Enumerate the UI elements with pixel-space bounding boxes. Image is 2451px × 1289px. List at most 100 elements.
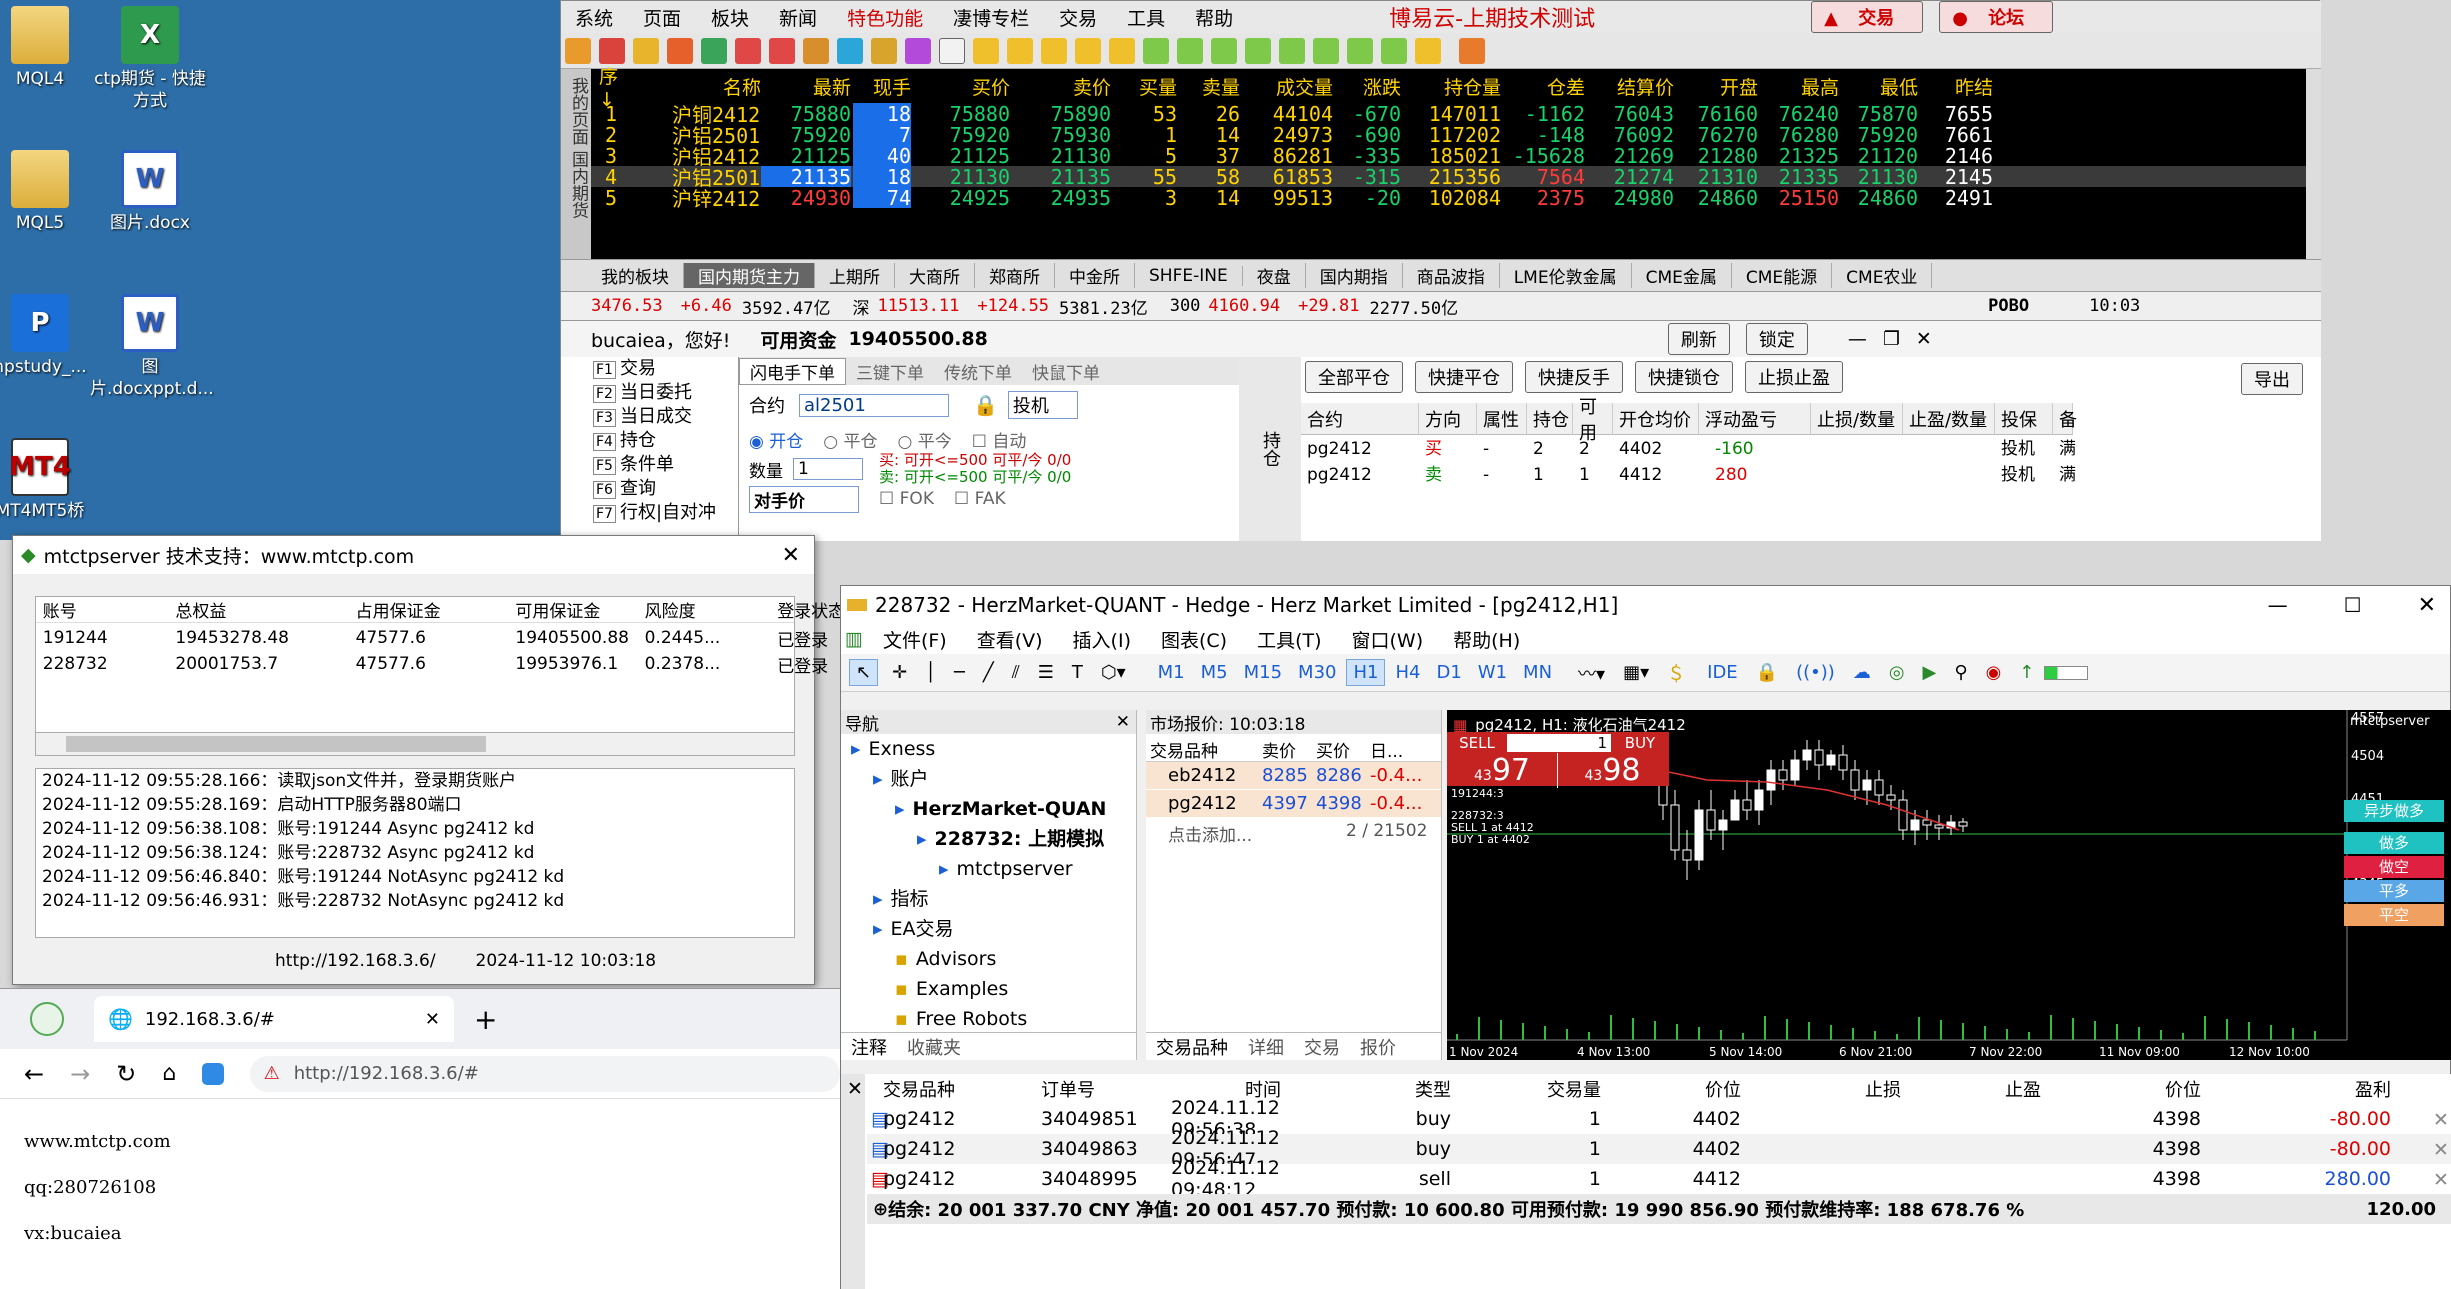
tab-three-key[interactable]: 三键下单 <box>846 359 934 384</box>
position-col-9[interactable]: 投保 <box>1995 403 2053 435</box>
market-icon[interactable]: 🔒 <box>1756 662 1778 683</box>
market-tab-2[interactable]: 上期所 <box>815 263 895 288</box>
position-side-tab[interactable]: 持仓 <box>1239 357 1301 541</box>
week-icon[interactable] <box>1041 37 1067 64</box>
account-hscrollbar[interactable] <box>35 732 795 756</box>
position-col-4[interactable]: 可用 <box>1573 397 1613 444</box>
trade-col-5[interactable]: 价位 <box>1631 1074 1741 1104</box>
function-item-f7[interactable]: F7 行权|自对冲 <box>561 501 738 525</box>
timeframe-d1[interactable]: D1 <box>1430 660 1467 685</box>
globe-icon[interactable]: ◎ <box>1889 662 1905 683</box>
desktop-icon-pptd[interactable]: W 图片.docxppt.d... <box>90 294 214 400</box>
timeframe-mn[interactable]: MN <box>1517 660 1558 685</box>
desktop-icon-mt4mt5[interactable]: MT4 MT4MT5桥 <box>0 438 100 522</box>
grid-header-4[interactable]: 买价 <box>914 69 1010 103</box>
refresh-button[interactable]: 刷新 <box>1667 323 1730 355</box>
pin-icon[interactable] <box>905 37 931 64</box>
news-icon[interactable] <box>633 37 659 64</box>
template-icon[interactable]: ▦▾ <box>1623 662 1649 683</box>
account-col-3[interactable]: 可用保证金 <box>515 597 644 622</box>
export-button[interactable]: 导出 <box>2241 363 2303 395</box>
trade-col-3[interactable]: 类型 <box>1341 1074 1451 1104</box>
tab-comment[interactable]: 注释 <box>841 1033 897 1060</box>
timeframe-m5[interactable]: M5 <box>1195 660 1234 685</box>
grid-header-12[interactable]: 结算价 <box>1588 69 1674 103</box>
close-radio[interactable]: ○ 平仓 <box>823 427 877 452</box>
tab-traditional[interactable]: 传统下单 <box>934 359 1022 384</box>
function-item-f3[interactable]: F3 当日成交 <box>561 405 738 429</box>
address-bar[interactable]: ⚠ http://192.168.3.6/# <box>249 1055 840 1092</box>
position-col-2[interactable]: 属性 <box>1477 403 1527 435</box>
board-icon[interactable] <box>667 37 693 64</box>
chart-menu-icon[interactable]: ▥ <box>845 628 863 650</box>
mt5-menu-item-3[interactable]: 图表(C) <box>1161 626 1227 653</box>
position-col-1[interactable]: 方向 <box>1419 403 1477 435</box>
position-button-3[interactable]: 快捷锁仓 <box>1635 361 1733 393</box>
grid-header-10[interactable]: 持仓量 <box>1403 69 1501 103</box>
pen-icon[interactable] <box>803 37 829 64</box>
grid-header-3[interactable]: 现手 <box>853 69 911 103</box>
forum-button[interactable]: ● 论坛 <box>1939 1 2054 33</box>
grid-header-5[interactable]: 卖价 <box>1015 69 1111 103</box>
text-icon[interactable]: T <box>1072 662 1083 683</box>
trendline-icon[interactable]: ╱ <box>983 662 994 683</box>
trade-col-9[interactable]: 盈利 <box>2281 1074 2391 1104</box>
function-item-f1[interactable]: F1 交易 <box>561 357 738 381</box>
grid-header-9[interactable]: 涨跌 <box>1335 69 1401 103</box>
grid-header-14[interactable]: 最高 <box>1759 69 1839 103</box>
market-watch-col-0[interactable]: 交易品种 <box>1150 737 1218 762</box>
market-tab-5[interactable]: 中金所 <box>1055 263 1135 288</box>
function-item-f2[interactable]: F2 当日委托 <box>561 381 738 405</box>
hour2-icon[interactable] <box>1347 37 1373 64</box>
grid-header-7[interactable]: 卖量 <box>1182 69 1240 103</box>
function-item-f5[interactable]: F5 条件单 <box>561 453 738 477</box>
position-button-0[interactable]: 全部平仓 <box>1305 361 1403 393</box>
position-col-8[interactable]: 止盈/数量 <box>1903 403 1995 435</box>
cursor-icon[interactable]: ↖ <box>849 659 879 686</box>
close-icon[interactable]: ✕ <box>1916 328 1932 350</box>
navigator-item[interactable]: ▸ Exness <box>841 734 1136 764</box>
tab-details[interactable]: 详细 <box>1238 1034 1294 1060</box>
position-col-7[interactable]: 止损/数量 <box>1811 403 1903 435</box>
navigator-item[interactable]: ▪ Advisors <box>841 944 1136 974</box>
trade-col-7[interactable]: 止盈 <box>1931 1074 2041 1104</box>
navigator-close-icon[interactable]: ✕ <box>1116 712 1130 732</box>
close-today-radio[interactable]: ○ 平今 <box>898 427 952 452</box>
min60-icon[interactable] <box>1313 37 1339 64</box>
position-col-0[interactable]: 合约 <box>1301 403 1419 435</box>
list-icon[interactable] <box>939 37 965 64</box>
fok-checkbox[interactable]: ☐ FOK <box>879 489 934 509</box>
menu-sector[interactable]: 板块 <box>711 4 749 31</box>
contract-input[interactable]: al2501 <box>799 393 949 417</box>
account-col-1[interactable]: 总权益 <box>175 597 355 622</box>
trade-col-6[interactable]: 止损 <box>1791 1074 1901 1104</box>
search-icon[interactable]: ⚲ <box>1954 662 1967 683</box>
market-watch-row[interactable]: eb2412 8285 8286 -0.4... <box>1146 762 1441 790</box>
position-button-1[interactable]: 快捷平仓 <box>1415 361 1513 393</box>
desktop-icon-phpstudy[interactable]: P npstudy_... <box>0 294 100 378</box>
grid-header-13[interactable]: 开盘 <box>1676 69 1758 103</box>
position-col-5[interactable]: 开仓均价 <box>1613 403 1699 435</box>
month-icon[interactable] <box>1075 37 1101 64</box>
menu-help[interactable]: 帮助 <box>1195 4 1233 31</box>
market-tab-0[interactable]: 我的板块 <box>587 263 684 288</box>
menu-tools[interactable]: 工具 <box>1127 4 1165 31</box>
tab-ticks[interactable]: 报价 <box>1350 1034 1406 1060</box>
ea-button-3[interactable]: 平多 <box>2344 880 2444 902</box>
menu-page[interactable]: 页面 <box>643 4 681 31</box>
vline-icon[interactable]: │ <box>925 662 936 683</box>
trade-col-0[interactable]: 交易品种 <box>883 1074 1043 1104</box>
chart-icon[interactable] <box>837 37 863 64</box>
indicator-icon[interactable]: 〰▾ <box>1578 660 1605 686</box>
market-tab-12[interactable]: CME能源 <box>1732 263 1833 288</box>
position-col-6[interactable]: 浮动盈亏 <box>1699 403 1811 435</box>
market-watch-col-2[interactable]: 买价 <box>1316 737 1350 762</box>
profile-avatar[interactable] <box>30 1002 64 1036</box>
vps-icon[interactable]: ☁ <box>1853 662 1871 683</box>
quote-scrollbar[interactable] <box>2306 69 2321 259</box>
close-icon[interactable]: ✕ <box>2418 593 2436 618</box>
maximize-icon[interactable]: ☐ <box>2344 593 2362 617</box>
min15-icon[interactable] <box>1245 37 1271 64</box>
buy-button-label[interactable]: BUY <box>1611 734 1669 752</box>
search-icon[interactable] <box>735 37 761 64</box>
